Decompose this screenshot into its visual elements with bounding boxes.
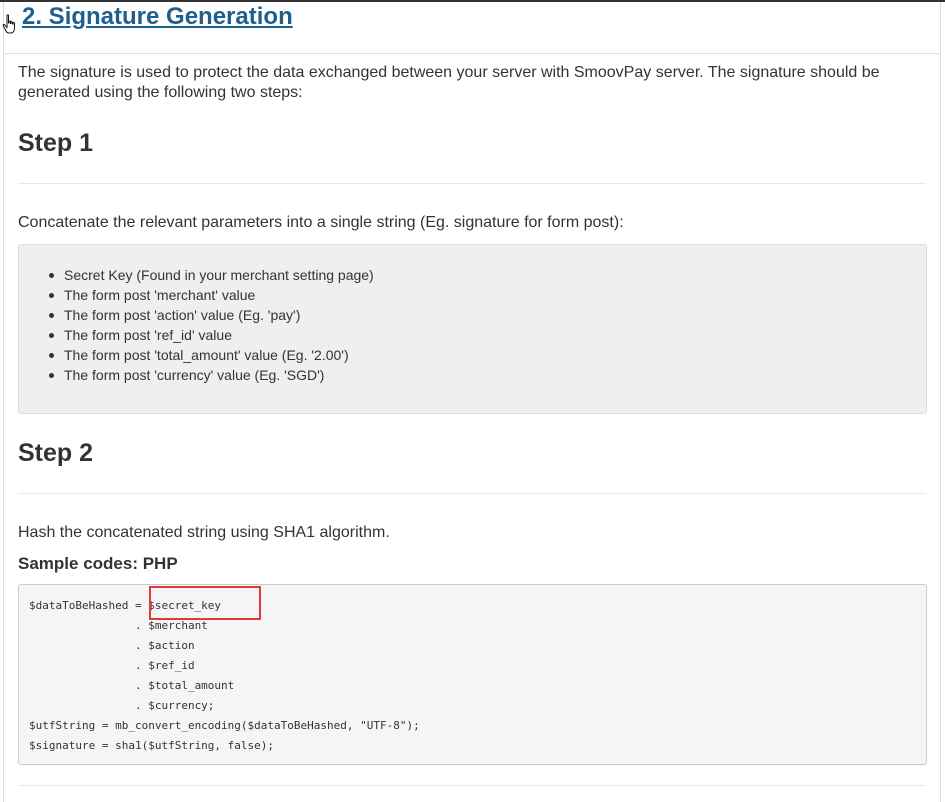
list-item: The form post 'merchant' value xyxy=(47,285,374,305)
code-line: $utfString = mb_convert_encoding($dataTo… xyxy=(29,719,420,732)
code-line: . $action xyxy=(29,639,195,652)
list-item: The form post 'action' value (Eg. 'pay') xyxy=(47,305,374,325)
code-line: . $ref_id xyxy=(29,659,195,672)
code-content[interactable]: $dataToBeHashed = $secret_key . $merchan… xyxy=(29,596,420,756)
bullet-icon xyxy=(49,293,54,298)
code-line: $signature = sha1($utfString, false); xyxy=(29,739,275,752)
intro-paragraph: The signature is used to protect the dat… xyxy=(18,64,880,101)
step1-heading: Step 1 xyxy=(18,129,94,157)
list-item-label: The form post 'ref_id' value xyxy=(64,327,232,343)
bullet-icon xyxy=(49,373,54,378)
list-item-label: The form post 'currency' value (Eg. 'SGD… xyxy=(64,367,325,383)
list-item: The form post 'currency' value (Eg. 'SGD… xyxy=(47,365,374,385)
divider xyxy=(18,493,926,494)
hand-pointer-icon xyxy=(2,14,15,34)
code-line: . $merchant xyxy=(29,619,208,632)
parameter-list: Secret Key (Found in your merchant setti… xyxy=(47,265,374,385)
list-item-label: The form post 'total_amount' value (Eg. … xyxy=(64,347,349,363)
list-item-label: Secret Key (Found in your merchant setti… xyxy=(64,267,374,283)
bullet-icon xyxy=(49,273,54,278)
list-item: The form post 'ref_id' value xyxy=(47,325,374,345)
divider xyxy=(18,785,926,786)
secret-key-highlight xyxy=(149,586,261,620)
section-title-link[interactable]: 2. Signature Generation xyxy=(22,2,293,32)
step2-description: Hash the concatenated string using SHA1 … xyxy=(18,524,390,541)
code-line: . $total_amount xyxy=(29,679,235,692)
code-line: . $currency; xyxy=(29,699,215,712)
section-header: 2. Signature Generation xyxy=(4,2,940,54)
list-item-label: The form post 'action' value (Eg. 'pay') xyxy=(64,307,301,323)
divider xyxy=(18,183,926,184)
list-item: Secret Key (Found in your merchant setti… xyxy=(47,265,374,285)
list-item-label: The form post 'merchant' value xyxy=(64,287,256,303)
bullet-icon xyxy=(49,353,54,358)
bullet-icon xyxy=(49,313,54,318)
sample-codes-label: Sample codes: PHP xyxy=(18,554,178,573)
step1-description: Concatenate the relevant parameters into… xyxy=(18,214,624,231)
list-item: The form post 'total_amount' value (Eg. … xyxy=(47,345,374,365)
step2-heading: Step 2 xyxy=(18,439,94,467)
parameter-list-box: Secret Key (Found in your merchant setti… xyxy=(18,244,927,414)
bullet-icon xyxy=(49,333,54,338)
